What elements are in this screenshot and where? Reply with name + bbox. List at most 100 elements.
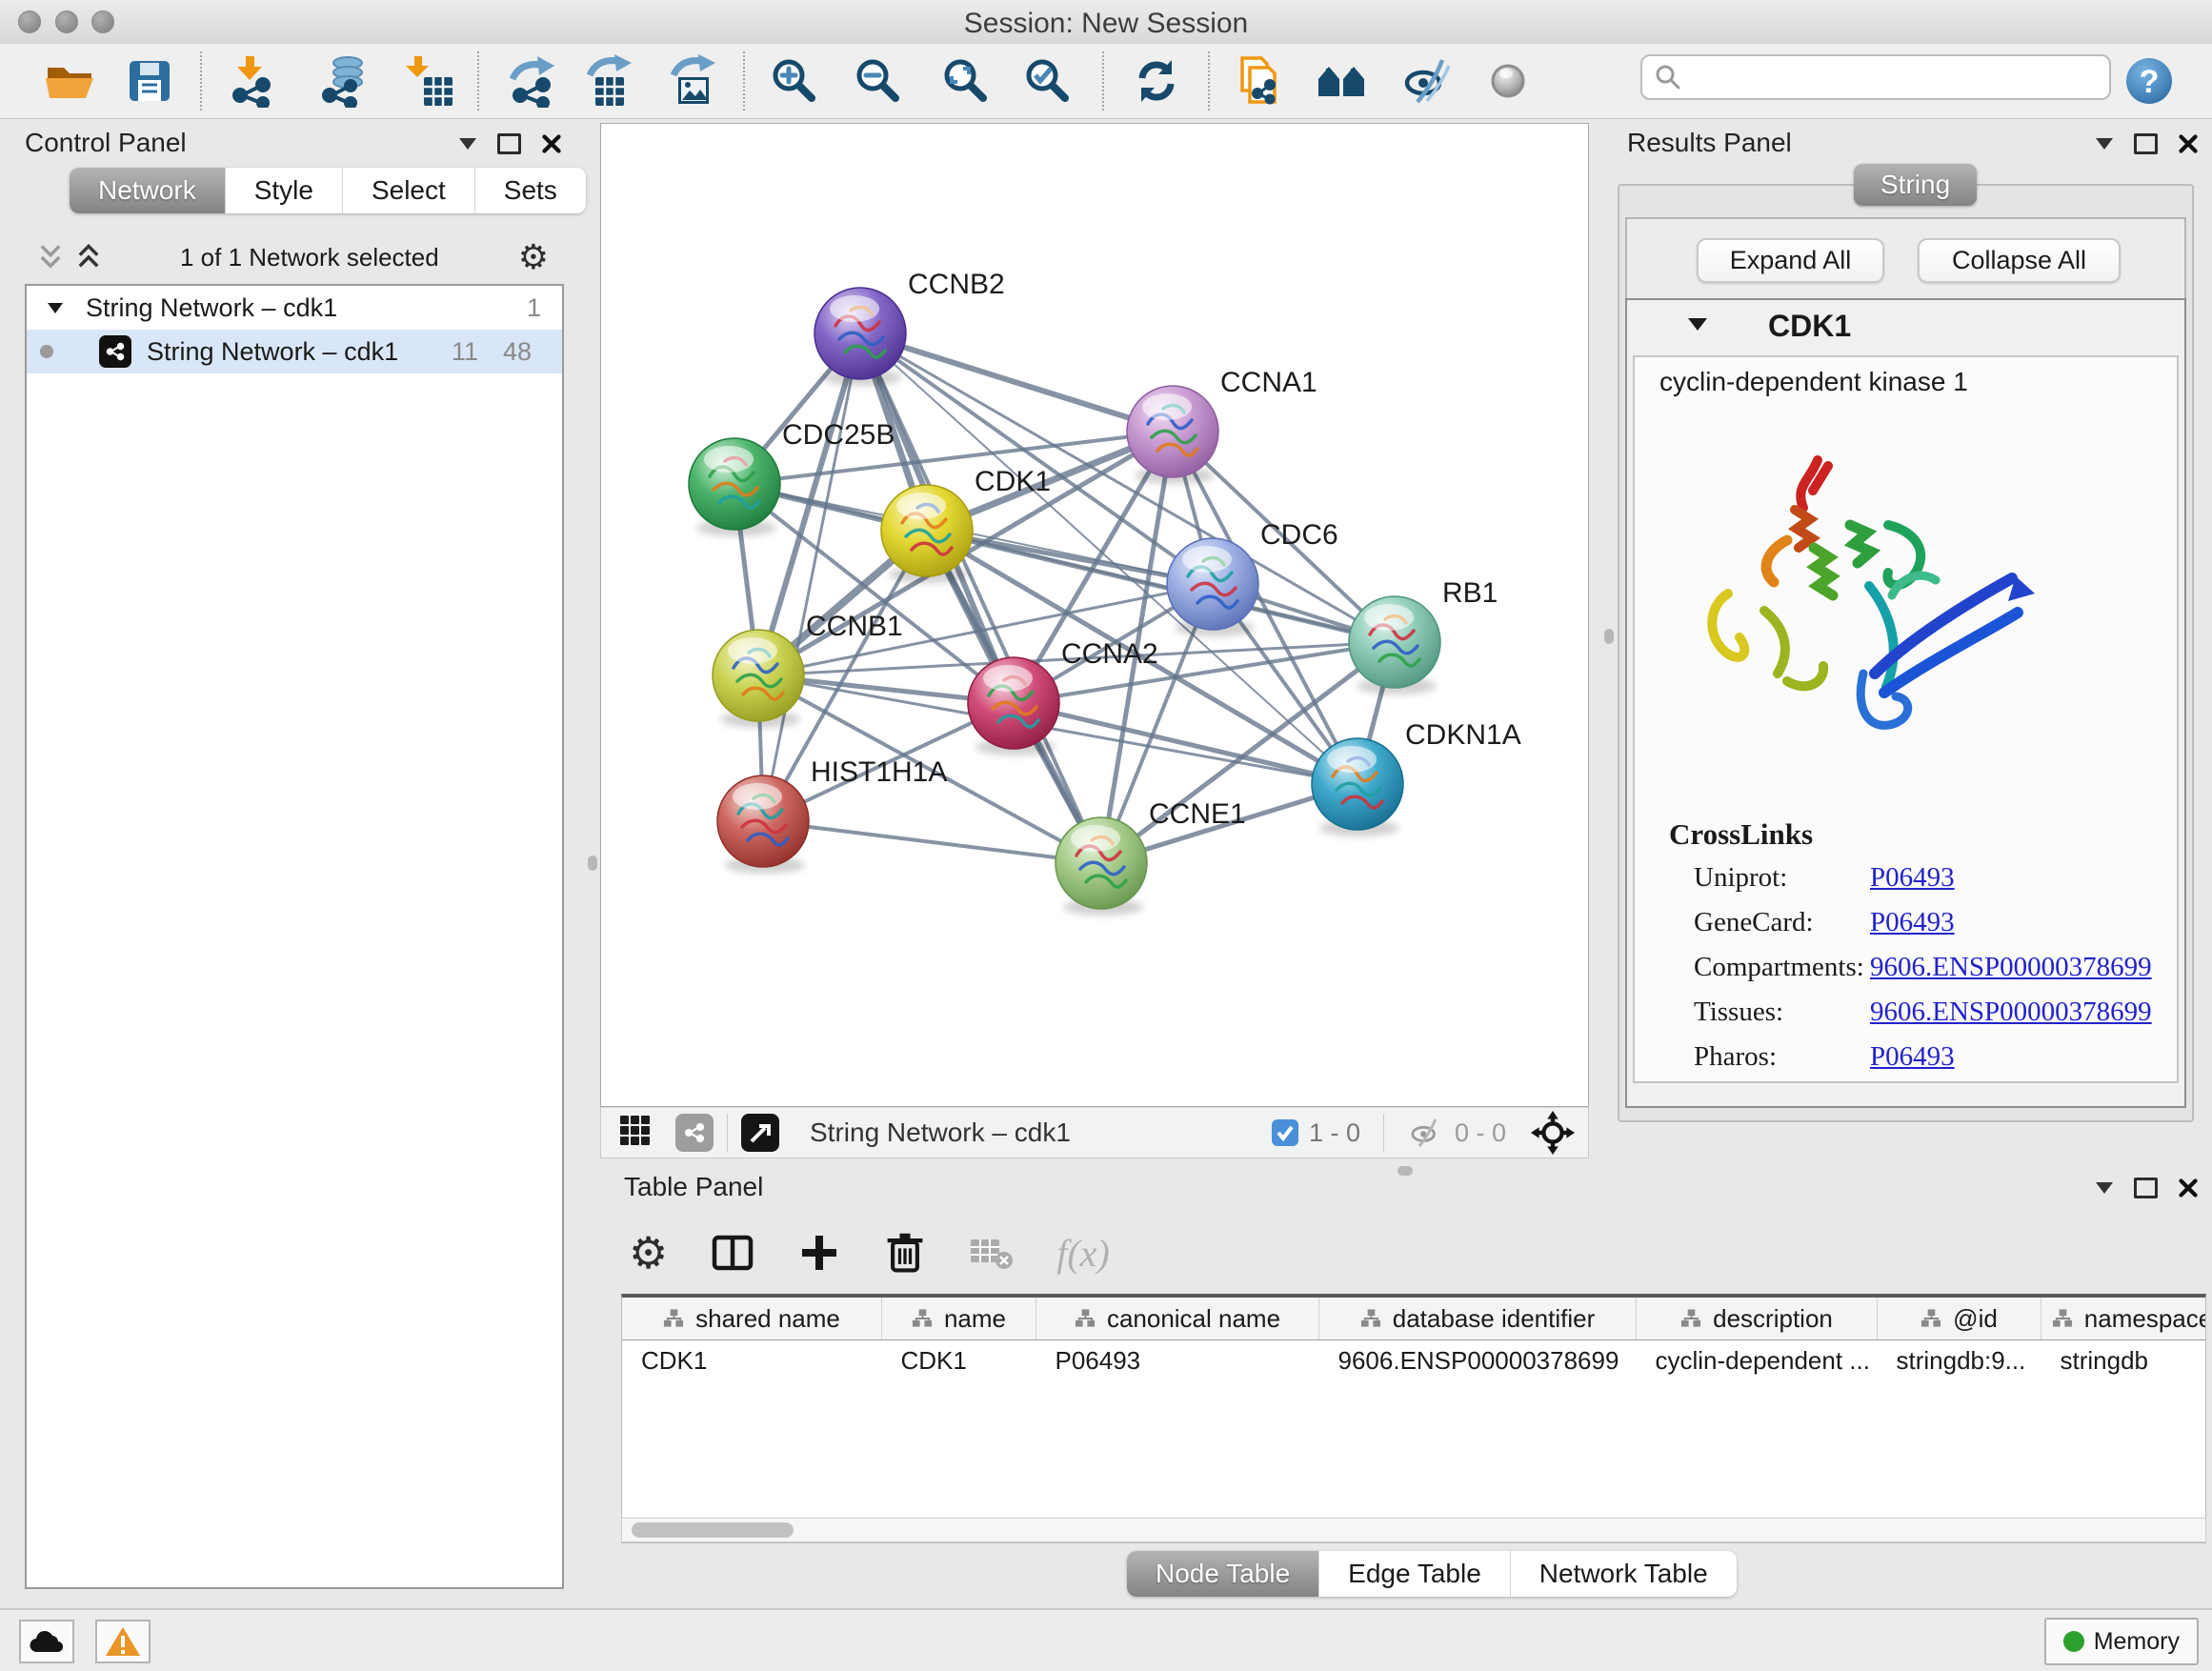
delete-icon[interactable]: [883, 1230, 927, 1276]
column-header-name[interactable]: name: [882, 1298, 1036, 1340]
export-table-icon[interactable]: [582, 54, 635, 108]
column-header-databaseidentifier[interactable]: database identifier: [1319, 1298, 1637, 1340]
table-row[interactable]: CDK1CDK1P064939606.ENSP00000378699cyclin…: [622, 1340, 2206, 1381]
birds-eye-view-icon[interactable]: [741, 1114, 779, 1152]
splitter-handle[interactable]: [1398, 1166, 1413, 1176]
refresh-icon[interactable]: [1130, 54, 1183, 108]
column-header-description[interactable]: description: [1637, 1298, 1878, 1340]
network-node-ccna1[interactable]: CCNA1: [1127, 367, 1317, 484]
crosshair-icon[interactable]: [1531, 1111, 1575, 1155]
collapse-all-button[interactable]: Collapse All: [1918, 238, 2121, 283]
string-view-icon[interactable]: [675, 1114, 714, 1152]
expand-all-networks-icon[interactable]: [76, 243, 101, 272]
selected-checkbox-icon[interactable]: [1271, 1118, 1299, 1147]
float-panel-icon[interactable]: [2134, 133, 2158, 154]
import-network-database-icon[interactable]: [316, 54, 370, 108]
table-cell[interactable]: CDK1: [622, 1340, 882, 1381]
add-icon[interactable]: [797, 1231, 841, 1275]
network-canvas[interactable]: CCNB2CCNA1CDC25BCDK1CDC6RB1CCNB1CCNA2CDK…: [600, 123, 1589, 1107]
collapse-panel-icon[interactable]: [2096, 138, 2113, 150]
grid-view-icon[interactable]: [618, 1114, 653, 1153]
tab-sets[interactable]: Sets: [475, 168, 586, 213]
new-network-from-selection-icon[interactable]: [1233, 54, 1286, 108]
table-cell[interactable]: cyclin-dependent ...: [1637, 1340, 1878, 1381]
string-network-graph[interactable]: CCNB2CCNA1CDC25BCDK1CDC6RB1CCNB1CCNA2CDK…: [601, 124, 1588, 1106]
splitter-handle[interactable]: [588, 856, 597, 871]
titlebar: Session: New Session: [0, 0, 2212, 45]
node-table-header[interactable]: shared namenamecanonical namedatabase id…: [622, 1298, 2206, 1340]
close-panel-icon[interactable]: [2179, 1178, 2198, 1198]
table-hscrollbar[interactable]: [621, 1518, 2206, 1542]
cloud-button[interactable]: [19, 1620, 74, 1663]
crosslink-link[interactable]: 9606.ENSP00000378699: [1870, 997, 2152, 1027]
collapse-panel-icon[interactable]: [2096, 1182, 2113, 1194]
network-collection-row[interactable]: String Network – cdk1 1: [27, 286, 562, 330]
close-panel-icon[interactable]: [2179, 134, 2198, 153]
table-cell[interactable]: stringdb:9...: [1878, 1340, 2041, 1381]
crosslink-link[interactable]: P06493: [1870, 1041, 1955, 1072]
column-header-sharedname[interactable]: shared name: [622, 1298, 882, 1340]
network-node-rb1[interactable]: RB1: [1349, 577, 1498, 695]
network-node-hist1h1a[interactable]: HIST1H1A: [717, 756, 947, 874]
tree-expander-icon[interactable]: [48, 303, 63, 313]
warnings-button[interactable]: [95, 1620, 151, 1663]
help-button[interactable]: ?: [2122, 54, 2176, 108]
node-table[interactable]: shared namenamecanonical namedatabase id…: [621, 1294, 2206, 1543]
expand-all-button[interactable]: Expand All: [1697, 238, 1884, 283]
tab-network-table[interactable]: Network Table: [1511, 1551, 1737, 1597]
column-header-canonicalname[interactable]: canonical name: [1036, 1298, 1319, 1340]
node-label-ccna1: CCNA1: [1220, 367, 1317, 398]
table-cell[interactable]: CDK1: [882, 1340, 1036, 1381]
tab-style[interactable]: Style: [226, 168, 343, 213]
column-header-id[interactable]: @id: [1878, 1298, 2041, 1340]
network-list-options-gear-icon[interactable]: ⚙: [518, 238, 549, 277]
export-network-icon[interactable]: [505, 54, 558, 108]
crosslink-link[interactable]: P06493: [1870, 907, 1955, 937]
show-all-icon[interactable]: [1481, 54, 1535, 108]
table-cell[interactable]: P06493: [1036, 1340, 1319, 1381]
crosslink-link[interactable]: 9606.ENSP00000378699: [1870, 952, 2152, 982]
save-session-icon[interactable]: [123, 54, 176, 108]
zoom-out-icon[interactable]: [852, 54, 905, 108]
tab-string[interactable]: String: [1854, 164, 1977, 206]
table-panel-title: Table Panel: [624, 1172, 763, 1202]
tab-network[interactable]: Network: [70, 168, 226, 213]
table-cell[interactable]: 9606.ENSP00000378699: [1319, 1340, 1637, 1381]
control-panel-header-icons: [459, 133, 561, 154]
float-panel-icon[interactable]: [2134, 1178, 2158, 1198]
network-node-cdkn1a[interactable]: CDKN1A: [1312, 719, 1521, 836]
table-cell[interactable]: stringdb: [2041, 1340, 2207, 1381]
zoom-selected-icon[interactable]: [1021, 54, 1075, 108]
hscroll-thumb[interactable]: [632, 1522, 794, 1538]
hide-selection-icon[interactable]: [1400, 54, 1454, 108]
search-input[interactable]: [1682, 62, 2109, 93]
close-panel-icon[interactable]: [542, 134, 561, 153]
float-panel-icon[interactable]: [497, 133, 521, 154]
table-options-gear-icon[interactable]: ⚙: [629, 1227, 668, 1278]
import-network-file-icon[interactable]: [225, 54, 278, 108]
tab-edge-table[interactable]: Edge Table: [1319, 1551, 1511, 1597]
tab-node-table[interactable]: Node Table: [1127, 1551, 1319, 1597]
crosslink-link[interactable]: P06493: [1870, 862, 1955, 893]
collapse-panel-icon[interactable]: [459, 138, 476, 150]
import-table-file-icon[interactable]: [403, 54, 456, 108]
splitter-handle[interactable]: [1604, 629, 1614, 644]
toolbar-separator: [1102, 51, 1104, 111]
cloud-icon: [28, 1627, 66, 1656]
show-columns-icon[interactable]: [710, 1230, 755, 1276]
memory-button[interactable]: Memory: [2044, 1618, 2199, 1665]
column-header-namespace[interactable]: namespace: [2041, 1298, 2207, 1340]
network-row[interactable]: String Network – cdk1 11 48: [27, 330, 562, 373]
toolbar-separator: [727, 1114, 728, 1152]
tab-select[interactable]: Select: [343, 168, 475, 213]
network-node-cdc6[interactable]: CDC6: [1167, 519, 1338, 636]
collapse-all-networks-icon[interactable]: [38, 243, 63, 272]
open-session-icon[interactable]: [43, 54, 96, 108]
network-node-ccne1[interactable]: CCNE1: [1056, 798, 1246, 916]
zoom-fit-icon[interactable]: [939, 54, 993, 108]
zoom-in-icon[interactable]: [768, 54, 821, 108]
node-table-body[interactable]: CDK1CDK1P064939606.ENSP00000378699cyclin…: [622, 1340, 2206, 1381]
first-neighbors-icon[interactable]: [1315, 54, 1368, 108]
protein-expander-icon[interactable]: [1688, 318, 1707, 331]
export-image-icon[interactable]: [666, 54, 719, 108]
